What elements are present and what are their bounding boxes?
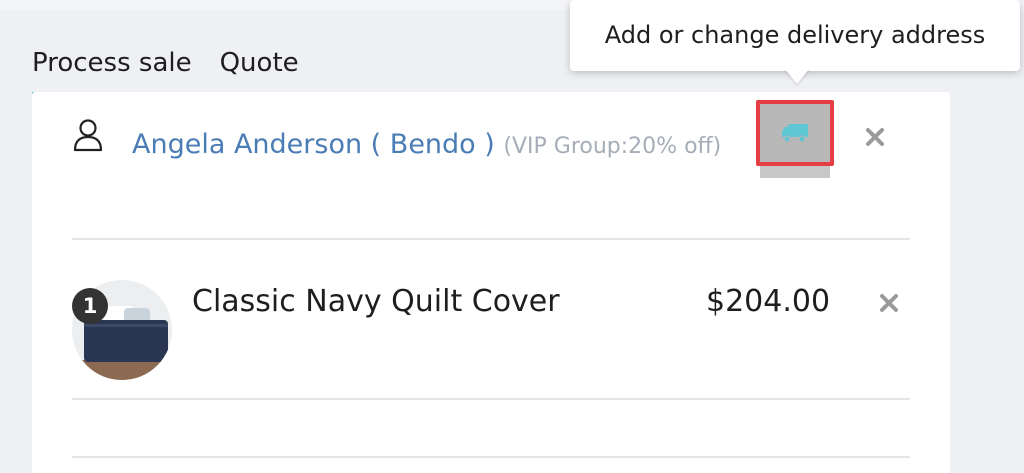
cart-item-row: 1 Classic Navy Quilt Cover $204.00	[72, 280, 910, 382]
delivery-address-button[interactable]	[756, 100, 834, 166]
item-price: $204.00	[706, 284, 831, 319]
tab-quote[interactable]: Quote	[220, 46, 299, 98]
delivery-tooltip: Add or change delivery address	[570, 0, 1020, 71]
customer-group: (VIP Group:20% off)	[503, 134, 722, 159]
remove-item-icon[interactable]	[878, 292, 900, 314]
customer-name[interactable]: Angela Anderson ( Bendo )	[132, 129, 495, 160]
delivery-button-shadow	[760, 166, 830, 178]
sale-tabs: Process sale Quote	[32, 46, 327, 98]
quantity-badge: 1	[72, 288, 108, 324]
tab-process-sale[interactable]: Process sale	[32, 46, 192, 98]
sale-card: Angela Anderson ( Bendo ) (VIP Group:20%…	[32, 92, 950, 473]
truck-icon	[782, 124, 808, 143]
tooltip-arrow	[784, 68, 810, 84]
divider	[72, 398, 910, 400]
item-name[interactable]: Classic Navy Quilt Cover	[192, 284, 560, 319]
customer-info: Angela Anderson ( Bendo ) (VIP Group:20%…	[72, 114, 732, 178]
divider	[72, 238, 910, 240]
remove-customer-icon[interactable]	[864, 126, 886, 148]
divider	[72, 456, 910, 458]
